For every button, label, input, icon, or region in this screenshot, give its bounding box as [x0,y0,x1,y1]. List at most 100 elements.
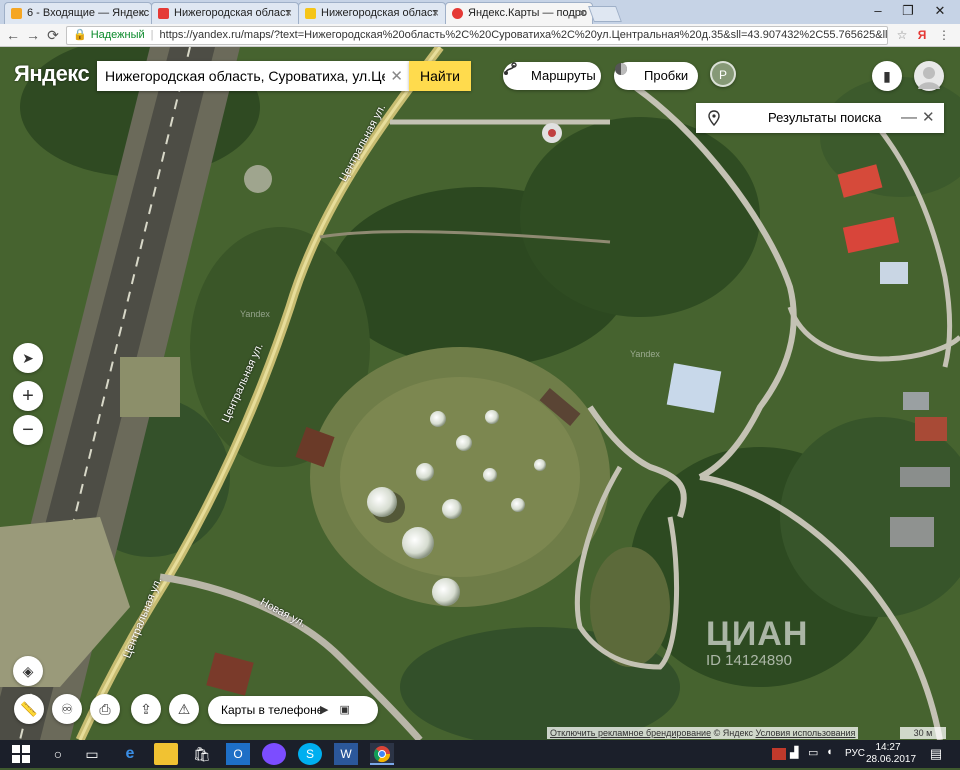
geolocation-icon[interactable]: ➤ [13,343,43,373]
parking-label: P [718,68,727,82]
address-bar: ← → ⟳ 🔒 Надежный | https://yandex.ru/maps/?… [0,24,960,47]
start-button[interactable] [10,743,34,765]
close-icon[interactable]: × [432,6,439,20]
yandex-favicon-icon [158,8,169,19]
disable-branding-link[interactable]: Отключить рекламное брендирование [550,728,711,738]
traffic-button[interactable]: Пробки [614,62,698,90]
warning-icon[interactable]: ⚠ [169,694,199,724]
notifications-icon[interactable]: ▤ [926,743,946,765]
url-field[interactable]: 🔒 Надежный | https://yandex.ru/maps/?text=Н… [66,26,888,45]
satellite-map[interactable]: Яндекс ✕ Найти Маршруты Пробки P ▮ Резул… [0,47,960,740]
tab-title: Нижегородская област [321,7,438,19]
traffic-label: Пробки [644,68,689,83]
language-indicator[interactable]: РУС [845,748,865,759]
ruler-icon[interactable]: 📏 [14,694,44,724]
scale-bar: 30 м [900,727,946,739]
tab-yandex-maps[interactable]: Яндекс.Карты — подро × [445,2,593,24]
cian-watermark: ЦИАН ID 14124890 [706,615,808,669]
new-tab-button[interactable] [588,6,622,22]
task-view-icon[interactable]: ▭ [80,743,104,765]
tab-region-1[interactable]: Нижегородская област × [151,2,299,24]
cian-id: ID 14124890 [706,652,792,669]
clock[interactable]: 14:27 28.06.2017 [866,742,917,766]
clock-date: 28.06.2017 [866,754,917,765]
close-window-button[interactable]: ✕ [930,2,950,20]
terms-link[interactable]: Условия использования [756,728,856,738]
search-icon[interactable]: ○ [46,743,70,765]
yandex-watermark: Yandex [240,309,270,319]
route-icon [504,62,517,75]
panorama-icon[interactable]: ♾ [52,694,82,724]
close-icon[interactable]: × [285,6,292,20]
chrome-icon[interactable] [370,743,394,765]
pin-icon [708,110,720,126]
satellite-imagery [0,47,960,740]
traffic-icon [615,63,627,75]
network-icon[interactable]: ▟ [790,746,804,768]
favicon-icon [305,8,316,19]
menu-icon[interactable]: ⋮ [936,27,952,43]
yandex-extension-icon[interactable]: Я [914,27,930,43]
maps-in-phone-button[interactable]: Карты в телефоне ▶ ▣ [208,696,378,724]
copyright-bar: Отключить рекламное брендирование © Янде… [547,727,859,739]
tab-title: 6 - Входящие — Яндекс [27,7,150,19]
windows-icon [12,745,30,763]
url-text: https://yandex.ru/maps/?text=Нижегородск… [159,29,888,41]
windows-taskbar: ○ ▭ e 🛍 O S W ▟ ▭ ◖ РУС 14:27 28.06.2017… [0,740,960,768]
app-store-icons: ▶ ▣ [320,704,354,716]
clear-search-icon[interactable]: ✕ [390,67,403,85]
chrome-logo-icon [373,746,391,763]
close-icon[interactable]: × [138,6,145,20]
tab-region-2[interactable]: Нижегородская област × [298,2,446,24]
layers-icon[interactable]: ◈ [13,656,43,686]
close-icon[interactable]: × [579,6,586,20]
bookmark-icon[interactable]: ▮ [872,61,902,91]
tab-title: Яндекс.Карты — подро [468,7,587,19]
search-results-panel: Результаты поиска — ✕ [696,103,944,133]
yandex-watermark: Yandex [630,349,660,359]
skype-icon[interactable]: S [298,743,322,765]
viber-icon[interactable] [262,743,286,765]
print-icon[interactable]: ⎙ [90,694,120,724]
clock-time: 14:27 [875,742,901,753]
yandex-logo[interactable]: Яндекс [14,61,90,87]
tray-app-icon[interactable] [772,748,786,760]
browser-tab-bar: 6 - Входящие — Яндекс × Нижегородская об… [0,0,960,24]
word-icon[interactable]: W [334,743,358,765]
zoom-out-button[interactable]: − [13,415,43,445]
maximize-window-button[interactable]: ❐ [898,2,918,20]
zoom-in-button[interactable]: + [13,381,43,411]
maps-in-phone-label: Карты в телефоне [221,703,324,717]
yandex-maps-favicon-icon [452,8,463,19]
share-icon[interactable]: ⇪ [131,694,161,724]
file-explorer-icon[interactable] [154,743,178,765]
tab-mail[interactable]: 6 - Входящие — Яндекс × [4,2,152,24]
close-icon[interactable]: ✕ [922,103,935,133]
secure-label: Надежный [90,29,145,41]
mail-favicon-icon [11,8,22,19]
routes-label: Маршруты [531,68,596,83]
minimize-icon[interactable]: — [901,103,917,133]
volume-icon[interactable]: ◖ [826,746,840,768]
back-button[interactable]: ← [4,26,22,44]
lock-icon: 🔒 [73,29,87,41]
bookmark-star-icon[interactable]: ☆ [894,27,910,43]
search-results-label: Результаты поиска [768,110,882,125]
cian-brand: ЦИАН [706,615,809,653]
battery-icon[interactable]: ▭ [808,746,822,768]
forward-button[interactable]: → [24,26,42,44]
copyright-text: © Яндекс [713,728,754,738]
edge-icon[interactable]: e [118,743,142,765]
search-input[interactable] [97,61,393,91]
routes-button[interactable]: Маршруты [503,62,601,90]
tab-title: Нижегородская област [174,7,291,19]
reload-button[interactable]: ⟳ [44,26,62,44]
avatar[interactable] [914,61,944,91]
user-icon [918,67,940,89]
parking-icon[interactable]: P [710,61,736,87]
minimize-window-button[interactable]: – [868,2,888,20]
search-button[interactable]: Найти [409,61,471,91]
outlook-icon[interactable]: O [226,743,250,765]
store-icon[interactable]: 🛍 [190,743,214,765]
search-box: ✕ [97,61,409,91]
